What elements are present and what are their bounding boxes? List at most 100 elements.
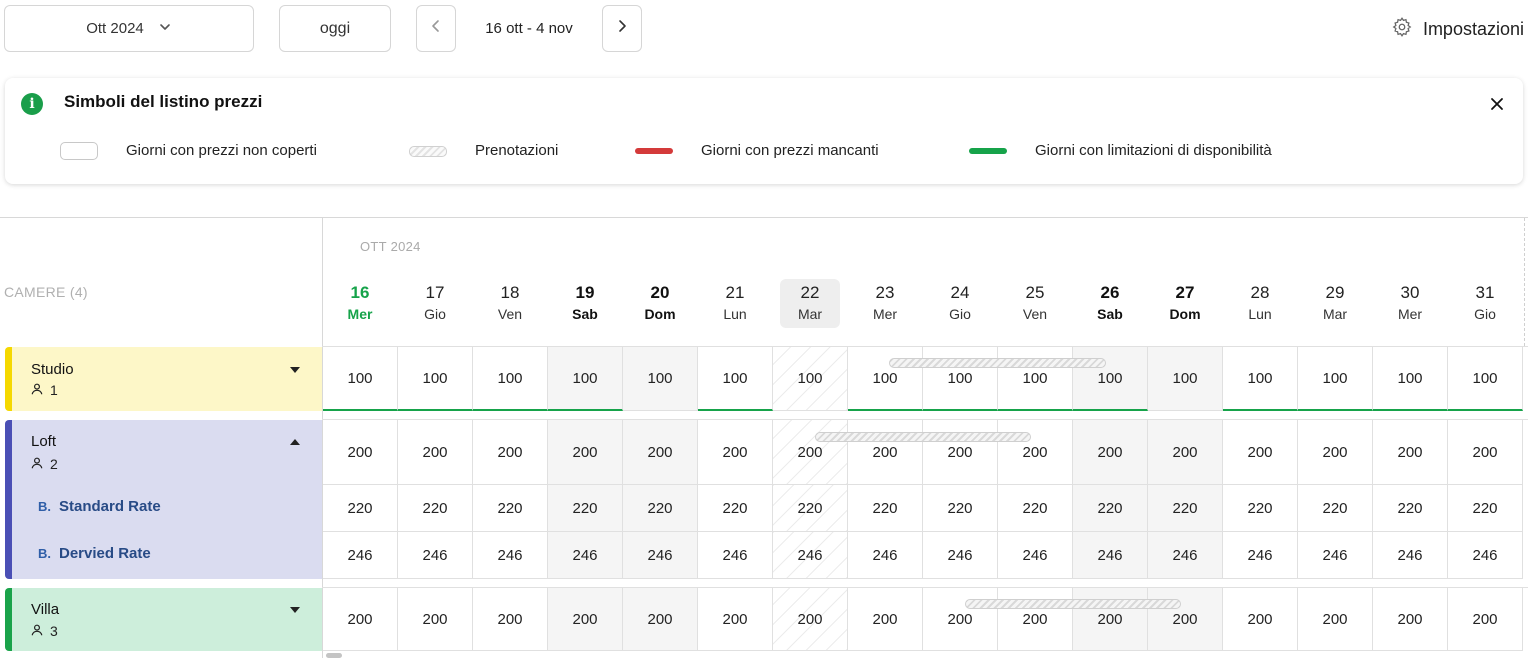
price-cell[interactable]: 220	[1373, 485, 1448, 532]
price-cell[interactable]: 246	[923, 532, 998, 579]
price-cell[interactable]: 200	[548, 588, 623, 651]
room-card-loft[interactable]: Loft 2 B. Standard Rate B. Dervied Rate	[5, 420, 322, 579]
day-header-28[interactable]: 28 Lun	[1230, 279, 1290, 328]
price-cell[interactable]: 200	[998, 420, 1073, 485]
price-cell[interactable]: 246	[1148, 532, 1223, 579]
price-cell[interactable]: 200	[323, 588, 398, 651]
price-cell[interactable]: 200	[698, 588, 773, 651]
price-cell[interactable]: 200	[398, 588, 473, 651]
price-cell[interactable]: 200	[1373, 420, 1448, 485]
room-card-villa[interactable]: Villa 3	[5, 588, 322, 651]
day-header-31[interactable]: 31 Gio	[1455, 279, 1515, 328]
price-cell[interactable]: 100	[323, 347, 398, 411]
price-cell[interactable]: 200	[623, 588, 698, 651]
today-button[interactable]: oggi	[279, 5, 391, 52]
price-cell[interactable]: 200	[1223, 588, 1298, 651]
day-header-29[interactable]: 29 Mar	[1305, 279, 1365, 328]
price-cell[interactable]: 220	[623, 485, 698, 532]
price-cell[interactable]: 220	[323, 485, 398, 532]
price-cell[interactable]: 100	[623, 347, 698, 411]
price-cell[interactable]: 220	[1223, 485, 1298, 532]
room-expand-toggle[interactable]	[289, 605, 301, 615]
price-cell[interactable]: 220	[998, 485, 1073, 532]
price-cell[interactable]: 246	[1448, 532, 1523, 579]
price-cell[interactable]: 246	[1298, 532, 1373, 579]
price-cell[interactable]: 200	[1298, 588, 1373, 651]
price-cell[interactable]: 100	[1373, 347, 1448, 411]
horizontal-scrollbar[interactable]	[326, 653, 342, 658]
price-cell[interactable]: 246	[1223, 532, 1298, 579]
day-header-18[interactable]: 18 Ven	[480, 279, 540, 328]
price-cell[interactable]: 200	[1448, 588, 1523, 651]
price-cell[interactable]: 246	[548, 532, 623, 579]
price-cell[interactable]: 100	[848, 347, 923, 411]
price-cell[interactable]: 200	[1073, 588, 1148, 651]
day-header-23[interactable]: 23 Mer	[855, 279, 915, 328]
room-expand-toggle[interactable]	[289, 365, 301, 375]
price-cell[interactable]: 220	[848, 485, 923, 532]
day-header-30[interactable]: 30 Mer	[1380, 279, 1440, 328]
day-header-26[interactable]: 26 Sab	[1080, 279, 1140, 328]
price-cell[interactable]: 100	[1148, 347, 1223, 411]
room-card-studio[interactable]: Studio 1	[5, 347, 322, 411]
price-cell[interactable]: 220	[1073, 485, 1148, 532]
room-collapse-toggle[interactable]	[289, 437, 301, 447]
day-header-27[interactable]: 27 Dom	[1155, 279, 1215, 328]
price-cell[interactable]: 246	[323, 532, 398, 579]
price-cell[interactable]: 100	[923, 347, 998, 411]
price-cell[interactable]: 200	[323, 420, 398, 485]
price-cell[interactable]: 246	[1373, 532, 1448, 579]
price-cell[interactable]: 246	[473, 532, 548, 579]
price-cell[interactable]: 200	[473, 588, 548, 651]
price-cell[interactable]: 200	[773, 588, 848, 651]
day-header-21[interactable]: 21 Lun	[705, 279, 765, 328]
price-cell[interactable]: 220	[473, 485, 548, 532]
price-cell[interactable]: 200	[1073, 420, 1148, 485]
price-cell[interactable]: 200	[1148, 420, 1223, 485]
previous-period-button[interactable]	[416, 5, 456, 52]
legend-close-button[interactable]	[1487, 94, 1507, 114]
price-cell[interactable]: 100	[998, 347, 1073, 411]
day-header-24[interactable]: 24 Gio	[930, 279, 990, 328]
price-cell[interactable]: 220	[1148, 485, 1223, 532]
price-cell[interactable]: 100	[473, 347, 548, 411]
price-cell[interactable]: 100	[548, 347, 623, 411]
price-cell[interactable]: 246	[623, 532, 698, 579]
price-cell[interactable]: 100	[1223, 347, 1298, 411]
price-cell[interactable]: 100	[1073, 347, 1148, 411]
price-cell[interactable]: 246	[773, 532, 848, 579]
price-cell[interactable]: 200	[998, 588, 1073, 651]
price-cell[interactable]: 100	[1448, 347, 1523, 411]
booking-bar[interactable]	[815, 432, 1031, 442]
price-cell[interactable]: 200	[1373, 588, 1448, 651]
price-cell[interactable]: 100	[1298, 347, 1373, 411]
price-cell[interactable]: 220	[1298, 485, 1373, 532]
price-cell[interactable]: 200	[1223, 420, 1298, 485]
price-cell[interactable]: 200	[1298, 420, 1373, 485]
price-cell[interactable]: 200	[1148, 588, 1223, 651]
price-cell[interactable]: 100	[698, 347, 773, 411]
day-header-17[interactable]: 17 Gio	[405, 279, 465, 328]
day-header-25[interactable]: 25 Ven	[1005, 279, 1065, 328]
price-cell[interactable]: 220	[548, 485, 623, 532]
price-cell[interactable]: 100	[398, 347, 473, 411]
price-cell[interactable]: 220	[698, 485, 773, 532]
price-cell[interactable]: 220	[1448, 485, 1523, 532]
price-cell[interactable]: 200	[923, 420, 998, 485]
price-cell[interactable]: 200	[623, 420, 698, 485]
price-cell[interactable]: 220	[923, 485, 998, 532]
booking-bar[interactable]	[965, 599, 1181, 609]
price-cell[interactable]: 200	[773, 420, 848, 485]
price-cell[interactable]: 100	[773, 347, 848, 411]
booking-bar[interactable]	[889, 358, 1106, 368]
price-cell[interactable]: 220	[773, 485, 848, 532]
price-cell[interactable]: 246	[848, 532, 923, 579]
rate-standard[interactable]: B. Standard Rate	[38, 498, 161, 515]
rate-derived[interactable]: B. Dervied Rate	[38, 545, 151, 562]
price-cell[interactable]: 200	[473, 420, 548, 485]
price-cell[interactable]: 246	[398, 532, 473, 579]
price-cell[interactable]: 220	[398, 485, 473, 532]
price-cell[interactable]: 200	[548, 420, 623, 485]
day-header-19[interactable]: 19 Sab	[555, 279, 615, 328]
settings-button[interactable]: Impostazioni	[1391, 12, 1524, 46]
